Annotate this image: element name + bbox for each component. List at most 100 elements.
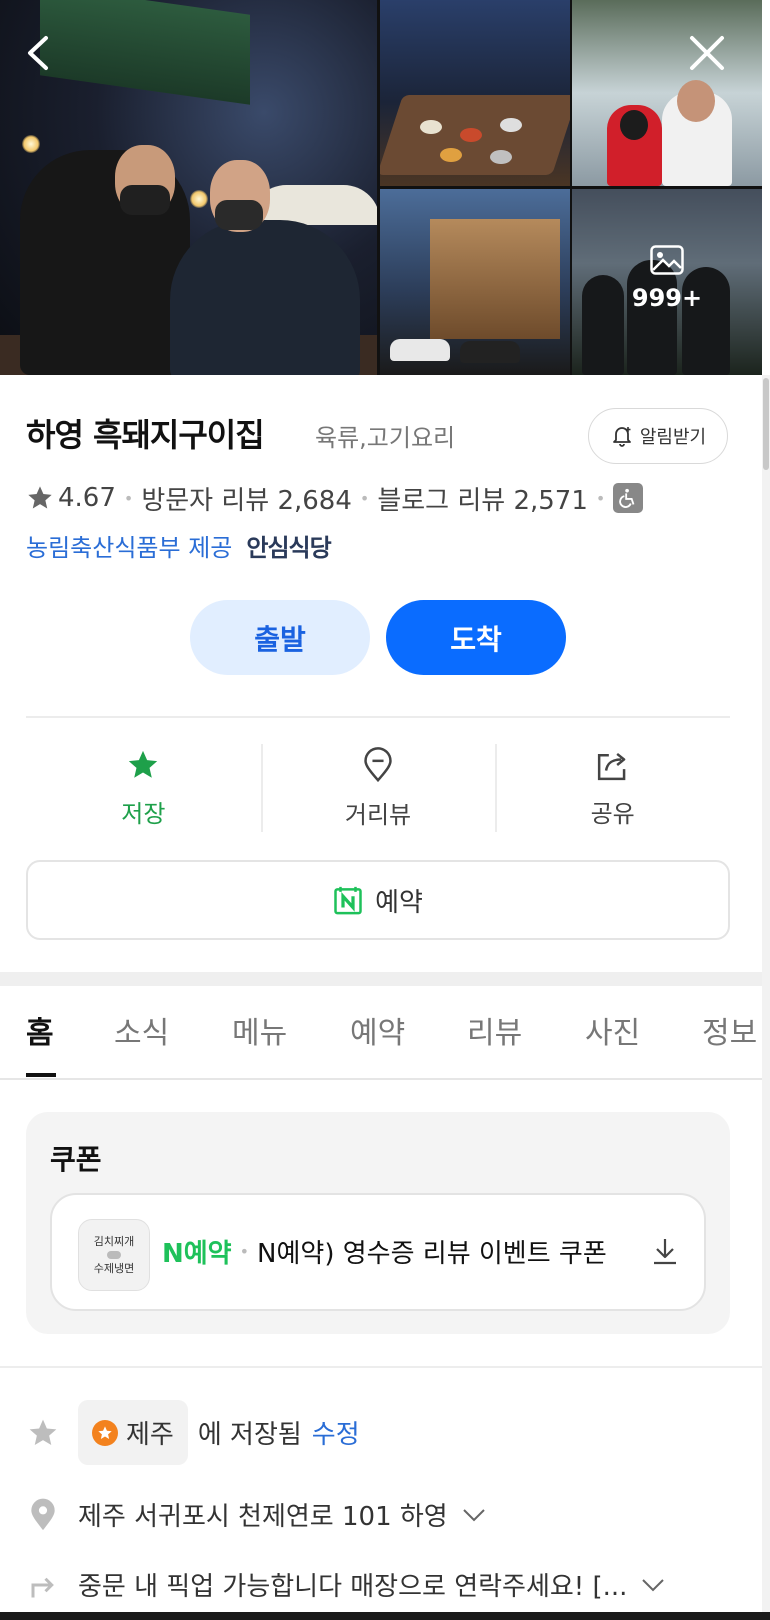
share-icon bbox=[597, 752, 625, 780]
location-pin-icon bbox=[26, 1498, 60, 1532]
action-bar: 저장 거리뷰 공유 bbox=[26, 742, 730, 834]
separator-dot: • bbox=[123, 488, 134, 508]
back-icon[interactable] bbox=[16, 30, 62, 76]
coupon-store-logo: 김치찌개 수제냉면 bbox=[78, 1219, 150, 1291]
directions-arrow-icon bbox=[26, 1568, 60, 1602]
edit-link[interactable]: 수정 bbox=[312, 1414, 360, 1451]
active-tab-indicator bbox=[26, 1073, 56, 1077]
saved-suffix: 에 저장됨 bbox=[197, 1420, 302, 1450]
naver-n-logo: N bbox=[162, 1239, 184, 1269]
tab-news[interactable]: 소식 bbox=[114, 1008, 169, 1052]
tab-info[interactable]: 정보 bbox=[702, 1008, 757, 1052]
cert-provider-link[interactable]: 농림축산식품부 제공 bbox=[26, 528, 232, 563]
thumb-photo-more[interactable]: 999+ bbox=[572, 189, 762, 375]
place-stats: 4.67 • 방문자 리뷰 2,684 • 블로그 리뷰 2,571 • bbox=[26, 478, 644, 518]
photo-person-mask bbox=[120, 185, 170, 215]
coupon-title: 쿠폰 bbox=[50, 1143, 102, 1176]
thumb-photo-building[interactable] bbox=[380, 189, 570, 375]
tab-reserve[interactable]: 예약 bbox=[350, 1008, 405, 1052]
photo-dish bbox=[460, 128, 482, 142]
tab-review[interactable]: 리뷰 bbox=[467, 1008, 522, 1052]
photo-person bbox=[170, 220, 360, 375]
coupon-item[interactable]: 김치찌개 수제냉면 N예약 • N예약) 영수증 리뷰 이벤트 쿠폰 bbox=[50, 1193, 706, 1311]
photo-person-mask bbox=[215, 200, 263, 230]
photo-car bbox=[390, 339, 450, 361]
thumb-photo-people[interactable] bbox=[572, 0, 762, 186]
place-name: 하영 흑돼지구이집 bbox=[26, 416, 265, 454]
location-pin-icon bbox=[364, 746, 392, 782]
photo-dish bbox=[440, 148, 462, 162]
naver-reserve-icon bbox=[334, 886, 362, 915]
section-separator bbox=[0, 972, 762, 986]
photo-lamp bbox=[190, 190, 208, 208]
photo-person-head bbox=[620, 110, 648, 140]
separator-dot: • bbox=[359, 488, 370, 508]
more-photos-count: 999+ bbox=[631, 284, 703, 312]
thumb-photo-food[interactable] bbox=[380, 0, 570, 186]
coupon-logo-dot bbox=[107, 1251, 121, 1259]
image-icon bbox=[650, 245, 684, 275]
notify-button[interactable]: 알림받기 bbox=[588, 408, 728, 464]
scrollbar-thumb[interactable] bbox=[763, 378, 769, 470]
download-icon[interactable] bbox=[650, 1235, 680, 1267]
notify-label: 알림받기 bbox=[639, 427, 707, 448]
star-outline-icon bbox=[26, 1416, 60, 1450]
depart-button[interactable]: 출발 bbox=[190, 600, 370, 675]
saved-folder-chip[interactable]: 제주 bbox=[78, 1400, 188, 1465]
address-row[interactable]: 제주 서귀포시 천제연로 101 하영 bbox=[26, 1496, 486, 1533]
bottom-edge bbox=[0, 1612, 770, 1620]
divider bbox=[26, 716, 730, 718]
folder-star-icon bbox=[92, 1419, 118, 1446]
blog-reviews-link[interactable]: 블로그 리뷰 2,571 bbox=[377, 480, 588, 517]
saved-folder-name: 제주 bbox=[126, 1420, 174, 1450]
photo-dish bbox=[420, 120, 442, 134]
cert-badge: 안심식당 bbox=[246, 534, 331, 562]
save-label: 저장 bbox=[121, 799, 166, 828]
saved-row: 제주 에 저장됨 수정 bbox=[26, 1400, 360, 1465]
chevron-down-icon bbox=[642, 1578, 665, 1591]
share-label: 공유 bbox=[590, 799, 635, 828]
photo-person-head bbox=[677, 80, 715, 122]
tab-photo[interactable]: 사진 bbox=[585, 1008, 640, 1052]
star-icon bbox=[129, 750, 158, 778]
divider bbox=[0, 1366, 762, 1368]
coupon-logo-line2: 수제냉면 bbox=[93, 1262, 135, 1275]
scrollbar-track[interactable] bbox=[762, 375, 770, 1620]
coupon-description: N예약) 영수증 리뷰 이벤트 쿠폰 bbox=[257, 1239, 607, 1269]
separator-dot: • bbox=[595, 488, 606, 508]
tab-home[interactable]: 홈 bbox=[26, 1008, 54, 1052]
streetview-button[interactable]: 거리뷰 bbox=[260, 742, 496, 834]
bell-plus-icon bbox=[612, 427, 631, 447]
close-icon[interactable] bbox=[684, 30, 730, 76]
arrive-button[interactable]: 도착 bbox=[386, 600, 566, 675]
address-text: 제주 서귀포시 천제연로 101 하영 bbox=[78, 1502, 448, 1532]
more-photos-overlay bbox=[572, 189, 762, 375]
directions-text: 중문 내 픽업 가능합니다 매장으로 연락주세요! [... bbox=[78, 1572, 628, 1602]
photo-dish bbox=[500, 118, 522, 132]
visitor-reviews-link[interactable]: 방문자 리뷰 2,684 bbox=[141, 480, 352, 517]
tab-bar: 홈 소식 메뉴 예약 리뷰 사진 정보 bbox=[0, 988, 762, 1080]
photo-car bbox=[460, 341, 520, 363]
photo-dish bbox=[490, 150, 512, 164]
photo-building bbox=[430, 219, 560, 339]
naver-reserve-text: 예약 bbox=[183, 1239, 232, 1269]
naver-reserve-brand: N예약 bbox=[162, 1233, 232, 1270]
star-icon bbox=[28, 486, 52, 509]
certification-row: 농림축산식품부 제공 안심식당 bbox=[26, 528, 332, 563]
photo-lamp bbox=[22, 135, 40, 153]
place-category: 육류,고기요리 bbox=[315, 424, 456, 452]
directions-row[interactable]: 중문 내 픽업 가능합니다 매장으로 연락주세요! [... bbox=[26, 1566, 665, 1603]
photo-gallery[interactable]: 999+ bbox=[0, 0, 762, 375]
save-button[interactable]: 저장 bbox=[26, 742, 261, 834]
coupon-text-row: N예약 • N예약) 영수증 리뷰 이벤트 쿠폰 bbox=[162, 1233, 607, 1270]
share-button[interactable]: 공유 bbox=[495, 742, 730, 834]
separator-dot: • bbox=[239, 1242, 250, 1261]
streetview-label: 거리뷰 bbox=[344, 800, 412, 829]
photo-awning bbox=[40, 0, 250, 105]
wheelchair-icon bbox=[613, 483, 644, 513]
chevron-down-icon bbox=[463, 1508, 485, 1521]
tab-menu[interactable]: 메뉴 bbox=[232, 1008, 287, 1052]
reserve-button[interactable]: 예약 bbox=[26, 860, 730, 940]
reserve-label: 예약 bbox=[375, 887, 423, 918]
rating-value: 4.67 bbox=[58, 483, 116, 513]
